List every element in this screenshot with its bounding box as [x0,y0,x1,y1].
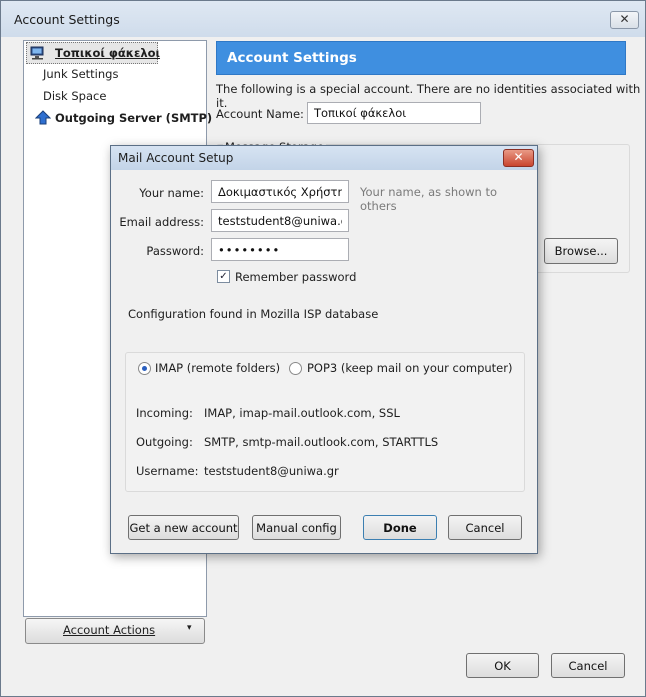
dialog-cancel-button[interactable]: Cancel [448,515,522,540]
dialog-title: Mail Account Setup [118,151,234,165]
tree-item-disk-space[interactable]: Disk Space [43,86,106,106]
pop3-radio[interactable] [289,362,302,375]
manual-config-button[interactable]: Manual config [252,515,341,540]
your-name-label: Your name: [139,186,204,200]
dialog-close-button[interactable]: ✕ [503,149,534,167]
checkmark-icon: ✓ [219,271,228,282]
incoming-label: Incoming: [136,406,193,420]
panel-header: Account Settings [216,41,626,75]
done-label: Done [383,520,417,535]
outgoing-value: SMTP, smtp-mail.outlook.com, STARTTLS [204,435,439,449]
password-input[interactable] [211,238,349,261]
incoming-value: IMAP, imap-mail.outlook.com, SSL [204,406,400,420]
your-name-hint: Your name, as shown to others [360,185,498,213]
tree-item-label: Τοπικοί φάκελοι [55,46,161,60]
account-actions-button[interactable]: Account Actions ▾ [25,618,205,644]
ok-label: OK [494,658,511,673]
username-label: Username: [136,464,199,478]
imap-radio[interactable] [138,362,151,375]
configuration-status: Configuration found in Mozilla ISP datab… [128,307,379,321]
dialog-cancel-label: Cancel [465,520,505,535]
browse-button[interactable]: Browse... [544,238,618,264]
outgoing-server-icon [35,110,51,125]
account-actions-label: Account Actions [63,623,156,637]
tree-item-junk-settings[interactable]: Junk Settings [43,64,118,84]
close-icon: ✕ [619,12,630,26]
imap-label: IMAP (remote folders) [155,361,281,375]
pop3-label: POP3 (keep mail on your computer) [307,361,513,375]
dialog-titlebar[interactable]: Mail Account Setup ✕ [111,146,537,170]
email-address-input[interactable] [211,209,349,232]
tree-item-label: Disk Space [43,89,107,103]
tree-item-label: Junk Settings [43,67,119,81]
browse-label: Browse... [554,244,608,258]
ok-button[interactable]: OK [466,653,539,678]
cancel-button[interactable]: Cancel [551,653,625,678]
get-new-account-label: Get a new account [129,520,238,535]
remember-password-checkbox[interactable]: ✓ [217,270,230,283]
panel-header-title: Account Settings [227,50,357,66]
account-name-label: Account Name: [216,107,304,121]
manual-config-label: Manual config [256,520,337,535]
window-title: Account Settings [14,12,120,27]
outgoing-label: Outgoing: [136,435,193,449]
close-icon: ✕ [513,150,524,164]
remember-password-label: Remember password [235,270,357,284]
your-name-input[interactable] [211,180,349,203]
tree-item-local-folders[interactable]: Τοπικοί φάκελοι [26,42,161,64]
server-settings-group: IMAP (remote folders) POP3 (keep mail on… [125,352,525,492]
username-value: teststudent8@uniwa.gr [204,464,339,478]
dropdown-arrow-icon: ▾ [187,623,192,633]
window-titlebar[interactable]: Account Settings ✕ [1,1,645,37]
tree-item-label: Outgoing Server (SMTP) [55,111,213,125]
mail-account-setup-dialog: Mail Account Setup ✕ Your name: Your nam… [110,145,538,554]
email-address-label: Email address: [119,215,204,229]
computer-icon [30,46,44,60]
account-name-input[interactable] [307,102,481,124]
password-label: Password: [146,244,204,258]
get-new-account-button[interactable]: Get a new account [128,515,239,540]
cancel-label: Cancel [568,658,608,673]
window-close-button[interactable]: ✕ [610,11,639,29]
done-button[interactable]: Done [363,515,437,540]
